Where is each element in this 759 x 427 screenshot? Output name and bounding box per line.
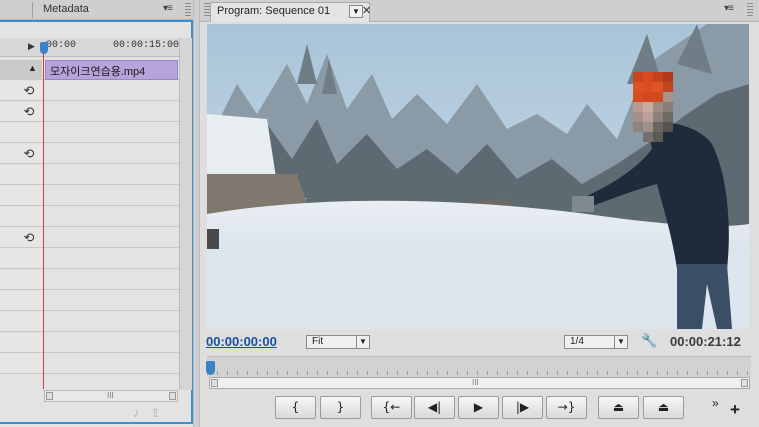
duration-timecode: 00:00:21:12 — [670, 334, 741, 349]
chevron-down-icon: ▼ — [614, 336, 627, 348]
clip-label: 모자이크연습용.mp4 — [50, 66, 146, 78]
program-video-frame[interactable] — [207, 24, 749, 329]
scroll-left-handle[interactable] — [46, 392, 53, 400]
track-header[interactable] — [0, 354, 42, 374]
track-header[interactable] — [0, 123, 42, 143]
timeline-footer-icons: ♪ ⇪ — [133, 406, 160, 420]
zoom-fit-dropdown[interactable]: Fit ▼ — [306, 335, 370, 349]
mark-out-button[interactable]: } — [320, 396, 361, 419]
play-button[interactable]: ▶ — [458, 396, 499, 419]
program-zoom-scrollbar[interactable]: III — [209, 377, 750, 389]
track-header[interactable] — [0, 207, 42, 227]
tab-program-sequence[interactable]: Program: Sequence 01 ▼ — [210, 2, 370, 22]
more-controls-button[interactable]: » — [712, 396, 719, 410]
step-back-button[interactable]: ◀| — [414, 396, 455, 419]
resolution-dropdown[interactable]: 1/4 ▼ — [564, 335, 628, 349]
ruler-end-time: 00:00:15:00 — [113, 40, 180, 51]
wrench-settings-icon[interactable]: 🔧 — [641, 333, 657, 349]
go-to-in-button[interactable]: {← — [371, 396, 412, 419]
program-time-ruler[interactable] — [206, 356, 751, 377]
sync-lock-icon[interactable]: ⟲ — [22, 84, 36, 98]
panel-grip-icon[interactable] — [747, 3, 753, 16]
sync-lock-icon[interactable]: ⟲ — [22, 231, 36, 245]
program-playhead-handle[interactable] — [206, 361, 215, 375]
ruler-start-time: 00:00 — [46, 40, 77, 51]
track-header[interactable] — [0, 270, 42, 290]
add-button[interactable]: + — [730, 400, 740, 420]
track-header[interactable] — [0, 312, 42, 332]
track-header[interactable] — [0, 291, 42, 311]
track-header[interactable] — [0, 186, 42, 206]
lift-button[interactable]: ⏏ — [598, 396, 639, 419]
resolution-value: 1/4 — [570, 336, 584, 347]
panel-menu-icon[interactable]: ▾≡ — [163, 3, 173, 14]
ruler-arrow-icon[interactable]: ▶ — [28, 41, 35, 52]
zoom-fit-value: Fit — [312, 336, 324, 347]
extract-button[interactable]: ⏏ — [643, 396, 684, 419]
video-scene-image — [207, 24, 749, 329]
playhead-handle[interactable] — [40, 42, 48, 54]
tab-separator — [32, 2, 33, 18]
panel-menu-icon[interactable]: ▾≡ — [724, 3, 734, 14]
step-forward-button[interactable]: |▶ — [502, 396, 543, 419]
audio-meter-icon[interactable]: ♪ — [133, 406, 139, 420]
ruler-ticks — [207, 371, 751, 375]
chevron-down-icon: ▼ — [356, 336, 369, 348]
mosaic-face — [633, 72, 673, 142]
zoom-left-handle[interactable] — [211, 379, 218, 387]
track-header[interactable] — [0, 165, 42, 185]
export-icon[interactable]: ⇪ — [150, 406, 160, 420]
track-header[interactable] — [0, 249, 42, 269]
panel-divider[interactable] — [193, 0, 200, 427]
program-tab-label: Program: Sequence 01 — [217, 5, 331, 17]
current-timecode[interactable]: 00:00:00:00 — [206, 334, 277, 349]
video-clip[interactable]: 모자이크연습용.mp4 — [45, 60, 178, 80]
timeline-vertical-scrollbar[interactable] — [179, 38, 192, 390]
tab-metadata[interactable]: Metadata — [43, 3, 89, 15]
track-header[interactable] — [0, 333, 42, 353]
timeline-ruler[interactable]: ▶ 00:00 00:00:15:00 — [0, 38, 179, 57]
zoom-right-handle[interactable] — [741, 379, 748, 387]
scroll-right-handle[interactable] — [169, 392, 176, 400]
zoom-grip[interactable]: III — [472, 378, 479, 387]
scroll-grip[interactable]: III — [107, 391, 114, 400]
go-to-out-button[interactable]: →} — [546, 396, 587, 419]
tab-close-icon[interactable]: ✕ — [362, 4, 371, 17]
playhead-line — [43, 44, 44, 389]
left-panel-tabbar: Metadata ▾≡ — [0, 0, 193, 20]
timeline-horizontal-scrollbar[interactable]: III — [44, 390, 178, 402]
tab-dropdown-icon[interactable]: ▼ — [349, 5, 363, 18]
track-collapse-icon[interactable]: ▲ — [28, 63, 37, 73]
sync-lock-icon[interactable]: ⟲ — [22, 147, 36, 161]
mark-in-button[interactable]: { — [275, 396, 316, 419]
panel-grip-icon[interactable] — [185, 3, 191, 16]
sync-lock-icon[interactable]: ⟲ — [22, 105, 36, 119]
